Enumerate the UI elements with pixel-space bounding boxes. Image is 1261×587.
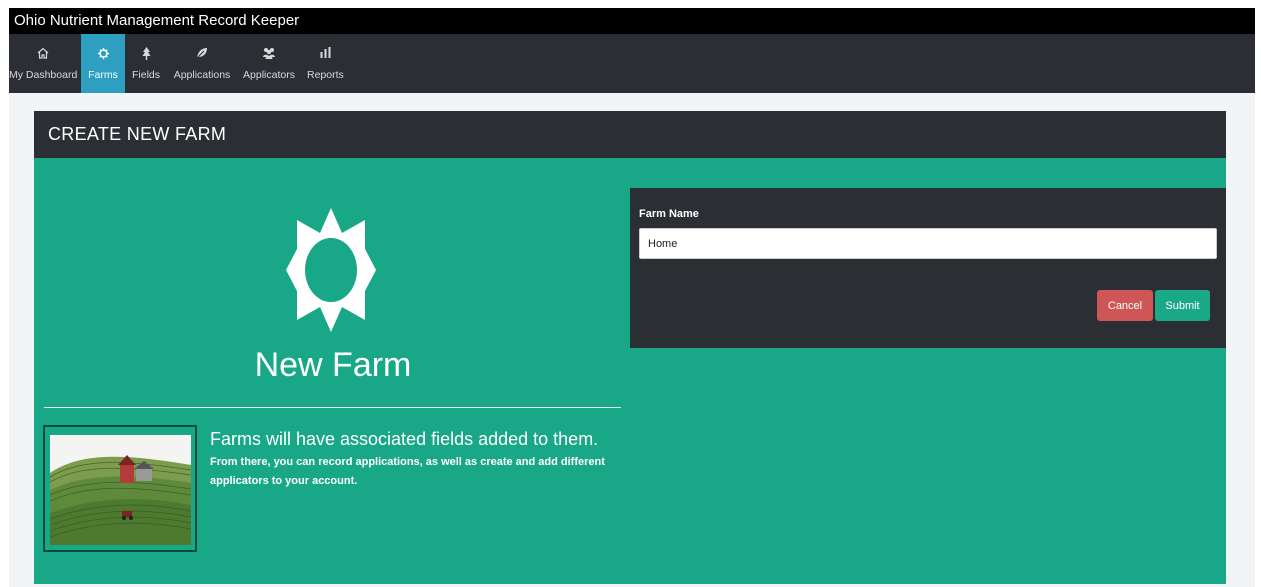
divider (44, 407, 621, 408)
sun-icon (81, 47, 125, 61)
leaf-icon (171, 47, 233, 61)
page-title: CREATE NEW FARM (48, 124, 227, 144)
nav-item-applicators[interactable]: Applicators (241, 34, 297, 93)
panel-header: CREATE NEW FARM (34, 111, 1226, 158)
nav-item-farms[interactable]: Farms (81, 34, 125, 93)
home-icon (9, 47, 77, 61)
nav-item-fields[interactable]: Fields (127, 34, 165, 93)
nav-label: Fields (131, 69, 160, 81)
nav-label: Reports (307, 69, 344, 81)
info-heading: Farms will have associated fields added … (210, 429, 599, 449)
bar-chart-icon (307, 47, 343, 61)
nav-item-applications[interactable]: Applications (171, 34, 233, 93)
top-navigation: My Dashboard Farms Fields Applications A… (9, 34, 1255, 93)
nav-label: Applicators (243, 69, 295, 81)
nav-item-reports[interactable]: Reports (307, 34, 344, 93)
submit-button[interactable]: Submit (1155, 290, 1210, 321)
cancel-button[interactable]: Cancel (1097, 290, 1153, 321)
info-text: From there, you can record applications,… (210, 456, 605, 487)
farm-name-label: Farm Name (639, 208, 699, 220)
nav-item-my-dashboard[interactable]: My Dashboard (9, 34, 77, 93)
tree-icon (127, 47, 165, 61)
app-title-bar: Ohio Nutrient Management Record Keeper (9, 8, 1255, 34)
app-title: Ohio Nutrient Management Record Keeper (14, 12, 300, 29)
nav-label: Farms (88, 69, 118, 81)
users-icon (241, 47, 297, 61)
farm-name-input[interactable] (639, 228, 1217, 259)
nav-label: My Dashboard (9, 69, 78, 81)
sun-icon (286, 208, 376, 332)
nav-label: Applications (173, 69, 231, 81)
hero-title: New Farm (254, 346, 412, 384)
farm-illustration (43, 425, 197, 552)
farm-form: Farm Name Cancel Submit (630, 188, 1226, 348)
